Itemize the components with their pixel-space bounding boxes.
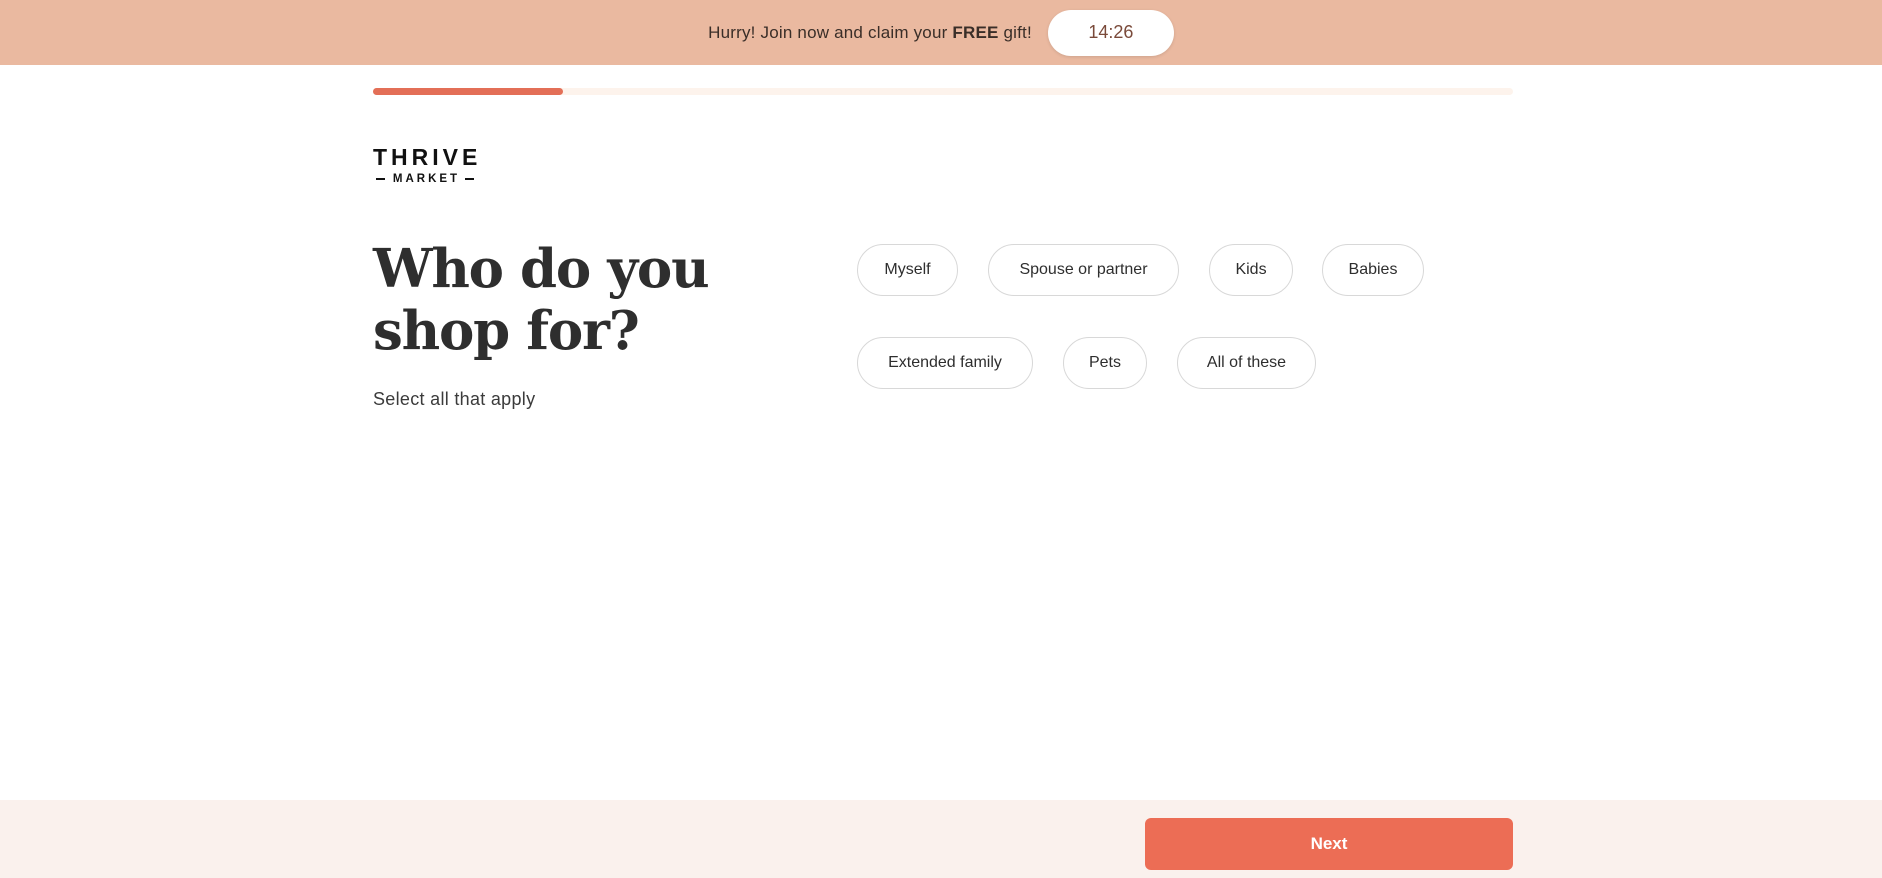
promo-text: Hurry! Join now and claim your FREE gift…	[708, 23, 1032, 43]
promo-banner: Hurry! Join now and claim your FREE gift…	[0, 0, 1882, 65]
thrive-market-logo[interactable]: THRIVE MARKET	[373, 145, 477, 187]
progress-bar	[373, 88, 1513, 95]
logo-dash-right	[465, 178, 475, 180]
option-chip-myself[interactable]: Myself	[857, 244, 958, 296]
countdown-timer: 14:26	[1047, 9, 1174, 56]
option-chip-babies[interactable]: Babies	[1322, 244, 1424, 296]
logo-wordmark-sub: MARKET	[392, 173, 461, 185]
progress-bar-fill	[373, 88, 564, 95]
promo-text-tail: gift!	[998, 22, 1032, 42]
option-chip-kids[interactable]: Kids	[1209, 244, 1293, 296]
option-chip-extended-family[interactable]: Extended family	[857, 337, 1033, 389]
option-chip-pets[interactable]: Pets	[1063, 337, 1147, 389]
promo-text-lead: Hurry! Join now and claim your	[708, 22, 953, 42]
option-chip-spouse-or-partner[interactable]: Spouse or partner	[988, 244, 1179, 296]
footer-bar: Next	[0, 800, 1882, 878]
logo-wordmark-bottom: MARKET	[373, 172, 477, 186]
question-subtitle: Select all that apply	[373, 389, 536, 409]
question-title: Who do you shop for?	[373, 238, 710, 362]
logo-wordmark-top: THRIVE	[373, 144, 482, 170]
option-chip-all-of-these[interactable]: All of these	[1177, 337, 1316, 389]
next-button[interactable]: Next	[1145, 818, 1513, 870]
promo-text-bold: FREE	[952, 22, 999, 42]
logo-dash-left	[375, 178, 385, 180]
